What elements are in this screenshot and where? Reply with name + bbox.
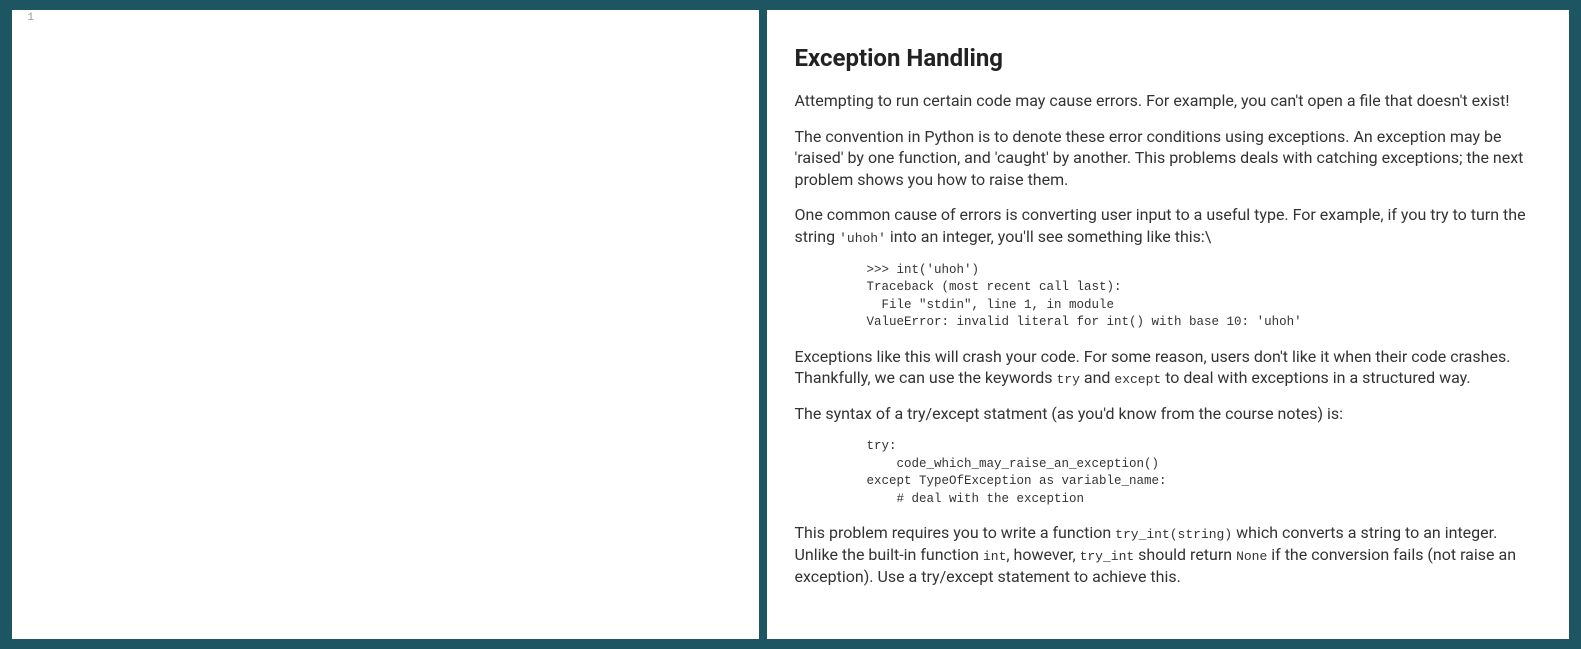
editor-pane: 1 bbox=[12, 10, 759, 639]
paragraph-6: This problem requires you to write a fun… bbox=[795, 522, 1542, 587]
paragraph-3: One common cause of errors is converting… bbox=[795, 204, 1542, 247]
p6-code-tryint: try_int(string) bbox=[1115, 527, 1232, 542]
p3-text-b: into an integer, you'll see something li… bbox=[886, 227, 1211, 246]
p6-text-a: This problem requires you to write a fun… bbox=[795, 523, 1116, 542]
paragraph-4: Exceptions like this will crash your cod… bbox=[795, 346, 1542, 389]
p6-text-c: , however, bbox=[1006, 545, 1079, 564]
p6-text-d: should return bbox=[1134, 545, 1236, 564]
p4-code-try: try bbox=[1057, 372, 1080, 387]
p4-text-c: to deal with exceptions in a structured … bbox=[1161, 368, 1470, 387]
paragraph-5: The syntax of a try/except statment (as … bbox=[795, 403, 1542, 425]
p6-code-none: None bbox=[1236, 549, 1267, 564]
page-title: Exception Handling bbox=[795, 44, 1542, 72]
p4-code-except: except bbox=[1114, 372, 1161, 387]
line-gutter: 1 bbox=[12, 10, 40, 639]
instructions-pane[interactable]: Exception Handling Attempting to run cer… bbox=[767, 10, 1570, 639]
paragraph-1: Attempting to run certain code may cause… bbox=[795, 90, 1542, 112]
p6-code-tryint2: try_int bbox=[1080, 549, 1135, 564]
line-number: 1 bbox=[12, 12, 34, 24]
p6-code-int: int bbox=[983, 549, 1006, 564]
code-block-2: try: code_which_may_raise_an_exception()… bbox=[867, 438, 1542, 508]
main-container: 1 Exception Handling Attempting to run c… bbox=[12, 10, 1569, 639]
p3-code: 'uhoh' bbox=[839, 231, 886, 246]
code-block-1: >>> int('uhoh') Traceback (most recent c… bbox=[867, 262, 1542, 332]
paragraph-2: The convention in Python is to denote th… bbox=[795, 126, 1542, 191]
p4-text-b: and bbox=[1080, 368, 1115, 387]
code-editor[interactable] bbox=[40, 10, 759, 639]
